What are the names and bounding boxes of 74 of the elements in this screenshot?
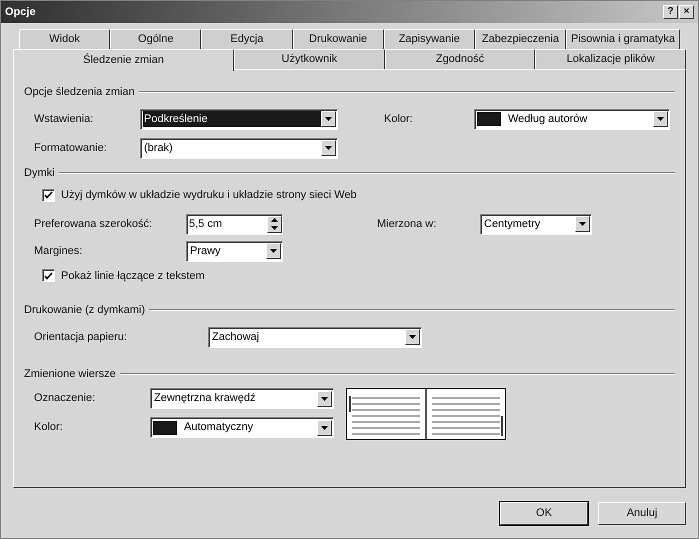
combo-value: Według autorów	[507, 112, 588, 127]
tab[interactable]: Drukowanie	[292, 29, 384, 49]
dropdown-arrow-button[interactable]	[321, 111, 336, 127]
dropdown-arrow-button[interactable]	[317, 420, 332, 436]
line-color-dropdown[interactable]: Automatyczny	[150, 417, 334, 438]
dropdown-arrow-button[interactable]	[321, 140, 336, 156]
caret-icon	[270, 249, 277, 253]
spinner-value: 5,5 cm	[189, 216, 224, 232]
checkbox-label: Pokaż linie łączące z tekstem	[61, 268, 205, 284]
field-label: Wstawienia:	[34, 112, 94, 127]
dropdown-arrow-button[interactable]	[653, 111, 668, 127]
caret-icon	[579, 222, 586, 226]
ok-button[interactable]: OK	[500, 502, 588, 524]
tab[interactable]: Zapisywanie	[384, 29, 475, 49]
width-spinner[interactable]: 5,5 cm	[186, 214, 283, 234]
checkbox[interactable]	[42, 188, 55, 202]
checkmark-icon	[44, 191, 53, 200]
tab[interactable]: Śledzenie zmian	[13, 49, 234, 71]
tab[interactable]: Widok	[19, 29, 110, 49]
combo-value: Prawy	[189, 244, 222, 259]
window-title: Opcje	[5, 4, 37, 20]
dropdown-arrow-button[interactable]	[405, 329, 420, 345]
orientation-dropdown[interactable]: Zachowaj	[208, 326, 422, 348]
tab[interactable]: Pisownia i gramatyka	[566, 29, 680, 49]
cancel-button[interactable]: Anuluj	[598, 502, 686, 524]
color-swatch-icon	[153, 420, 177, 434]
combo-value: Podkreślenie	[143, 110, 321, 128]
combo-value: Zewnętrzna krawędź	[153, 391, 256, 406]
measure-dropdown[interactable]: Centymetry	[480, 214, 592, 234]
field-label: Oznaczenie:	[34, 391, 96, 406]
field-label: Margines:	[34, 244, 84, 259]
formatting-dropdown[interactable]: (brak)	[140, 138, 338, 158]
field-label: Formatowanie:	[34, 140, 108, 156]
color-swatch-icon	[477, 112, 501, 126]
caret-icon	[325, 146, 332, 150]
combo-value: Zachowaj	[211, 330, 260, 345]
help-button[interactable]: ?	[663, 5, 678, 19]
field-label: Kolor:	[34, 420, 64, 436]
close-button[interactable]: ×	[679, 5, 694, 19]
dropdown-arrow-button[interactable]	[575, 216, 590, 232]
caret-icon	[325, 117, 332, 121]
group-title: Drukowanie (z dymkami)	[24, 303, 146, 318]
spin-buttons[interactable]	[267, 216, 282, 232]
caret-icon	[657, 117, 664, 121]
field-label: Mierzona w:	[377, 216, 438, 232]
caret-icon	[321, 396, 328, 400]
field-label: Preferowana szerokość:	[34, 216, 153, 232]
caret-icon	[409, 335, 416, 339]
up-arrow-icon	[271, 218, 278, 222]
margin-dropdown[interactable]: Prawy	[186, 240, 283, 262]
tab[interactable]: Zabezpieczenia	[474, 29, 566, 49]
down-arrow-icon	[271, 226, 278, 230]
insertions-dropdown[interactable]: Podkreślenie	[140, 108, 338, 130]
checkmark-icon	[44, 272, 53, 280]
dropdown-arrow-button[interactable]	[266, 243, 281, 259]
field-label: Kolor:	[384, 112, 414, 127]
group-title: Zmienione wiersze	[24, 366, 116, 382]
field-label: Orientacja papieru:	[34, 330, 128, 345]
dropdown-arrow-button[interactable]	[317, 390, 332, 406]
checkbox-label: Użyj dymków w układzie wydruku i układzie strony sieci Web	[61, 188, 357, 203]
mark-dropdown[interactable]: Zewnętrzna krawędź	[150, 388, 334, 409]
tab[interactable]: Ogólne	[110, 29, 202, 49]
combo-value: Centymetry	[483, 216, 542, 232]
group-title: Dymki	[24, 166, 55, 180]
tab[interactable]: Lokalizacje plików	[535, 49, 686, 69]
tab[interactable]: Użytkownik	[234, 49, 385, 69]
tab[interactable]: Edycja	[201, 29, 293, 49]
group-title: Opcje śledzenia zmian	[24, 85, 135, 100]
color-dropdown[interactable]: Według autorów	[474, 108, 670, 130]
combo-value: Automatyczny	[183, 420, 254, 436]
checkbox[interactable]	[42, 269, 55, 282]
combo-value: (brak)	[143, 140, 174, 156]
tab[interactable]: Zgodność	[384, 49, 536, 69]
caret-icon	[321, 426, 328, 430]
